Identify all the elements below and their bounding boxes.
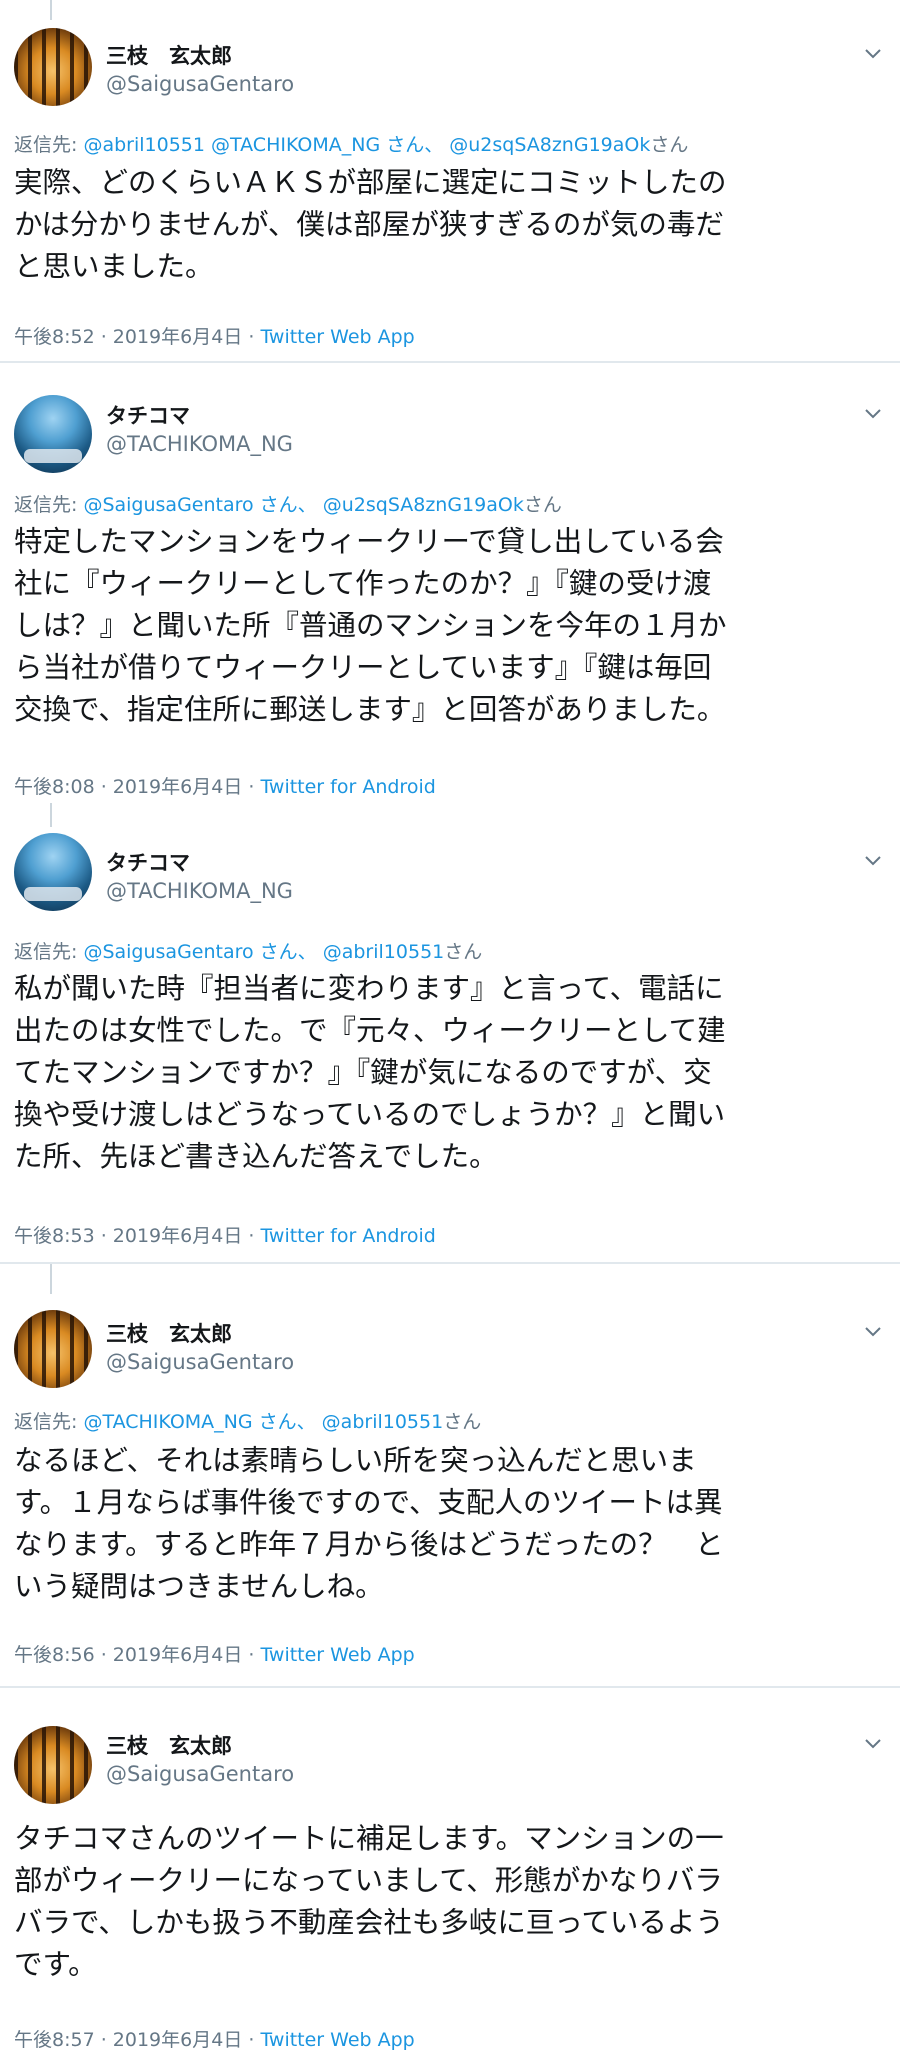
reply-to: 返信先: @abril10551 @TACHIKOMA_NG さん、 @u2sq…	[14, 130, 688, 157]
source-link[interactable]: Twitter for Android	[260, 776, 435, 798]
tweet[interactable]: 三枝 玄太郎 @SaigusaGentaro 返信先: @TACHIKOMA_N…	[0, 1264, 900, 1684]
reply-suffix: さん	[523, 494, 562, 516]
avatar[interactable]	[14, 1726, 92, 1804]
avatar[interactable]	[14, 28, 92, 106]
timestamp[interactable]: 午後8:08 · 2019年6月4日 ·	[14, 776, 260, 798]
chevron-down-icon[interactable]	[862, 1732, 884, 1754]
chevron-down-icon[interactable]	[862, 849, 884, 871]
timestamp[interactable]: 午後8:53 · 2019年6月4日 ·	[14, 1225, 260, 1247]
reply-mentions[interactable]: @abril10551 @TACHIKOMA_NG さん、 @u2sqSA8zn…	[83, 134, 650, 156]
reply-label: 返信先:	[14, 941, 78, 963]
tweet-text: 実際、どのくらいＡＫＳが部屋に選定にコミットしたの かは分かりませんが、僕は部屋…	[14, 166, 727, 283]
tweet-meta: 午後8:56 · 2019年6月4日 · Twitter Web App	[14, 1640, 415, 1667]
avatar[interactable]	[14, 1310, 92, 1388]
avatar[interactable]	[14, 395, 92, 473]
reply-to: 返信先: @SaigusaGentaro さん、 @u2sqSA8znG19aO…	[14, 490, 562, 517]
chevron-down-icon[interactable]	[862, 1320, 884, 1342]
reply-label: 返信先:	[14, 494, 78, 516]
chevron-down-icon[interactable]	[862, 42, 884, 64]
source-link[interactable]: Twitter Web App	[260, 2029, 414, 2051]
author-handle[interactable]: @TACHIKOMA_NG	[106, 879, 293, 903]
tweet[interactable]: 三枝 玄太郎 @SaigusaGentaro タチコマさんのツイートに補足します…	[0, 1688, 900, 2065]
author-name[interactable]: 三枝 玄太郎	[106, 1318, 232, 1348]
source-link[interactable]: Twitter Web App	[260, 326, 414, 348]
tweet-text: なるほど、それは素晴らしい所を突っ込んだと思いま す。１月ならば事件後ですので、…	[14, 1444, 724, 1603]
tweet-meta: 午後8:57 · 2019年6月4日 · Twitter Web App	[14, 2025, 415, 2052]
timestamp[interactable]: 午後8:52 · 2019年6月4日 ·	[14, 326, 260, 348]
reply-label: 返信先:	[14, 134, 78, 156]
author-handle[interactable]: @SaigusaGentaro	[106, 1762, 294, 1786]
timestamp[interactable]: 午後8:57 · 2019年6月4日 ·	[14, 2029, 260, 2051]
reply-mentions[interactable]: @SaigusaGentaro さん、 @abril10551	[83, 941, 444, 963]
author-name[interactable]: 三枝 玄太郎	[106, 40, 232, 70]
author-name[interactable]: タチコマ	[106, 400, 190, 430]
reply-mentions[interactable]: @SaigusaGentaro さん、 @u2sqSA8znG19aOk	[83, 494, 523, 516]
thread-line	[50, 1264, 52, 1294]
author-name[interactable]: 三枝 玄太郎	[106, 1730, 232, 1760]
reply-mentions[interactable]: @TACHIKOMA_NG さん、 @abril10551	[83, 1411, 443, 1433]
tweet-meta: 午後8:08 · 2019年6月4日 · Twitter for Android	[14, 772, 436, 799]
reply-to: 返信先: @SaigusaGentaro さん、 @abril10551さん	[14, 937, 482, 964]
tweet[interactable]: タチコマ @TACHIKOMA_NG 返信先: @SaigusaGentaro …	[0, 363, 900, 803]
thread-line	[50, 0, 52, 20]
reply-suffix: さん	[443, 1411, 482, 1433]
reply-label: 返信先:	[14, 1411, 78, 1433]
author-handle[interactable]: @SaigusaGentaro	[106, 1350, 294, 1374]
reply-to: 返信先: @TACHIKOMA_NG さん、 @abril10551さん	[14, 1407, 481, 1434]
avatar[interactable]	[14, 833, 92, 911]
author-handle[interactable]: @SaigusaGentaro	[106, 72, 294, 96]
source-link[interactable]: Twitter Web App	[260, 1644, 414, 1666]
tweet-text: 私が聞いた時『担当者に変わります』と言って、電話に 出たのは女性でした。で『元々…	[14, 972, 726, 1173]
tweet-text: タチコマさんのツイートに補足します。マンションの一 部がウィークリーになっていま…	[14, 1822, 724, 1981]
tweet-text: 特定したマンションをウィークリーで貸し出している会 社に『ウィークリーとして作っ…	[14, 525, 727, 726]
tweet-meta: 午後8:52 · 2019年6月4日 · Twitter Web App	[14, 322, 415, 349]
reply-suffix: さん	[444, 941, 483, 963]
tweet[interactable]: タチコマ @TACHIKOMA_NG 返信先: @SaigusaGentaro …	[0, 803, 900, 1258]
chevron-down-icon[interactable]	[862, 402, 884, 424]
timestamp[interactable]: 午後8:56 · 2019年6月4日 ·	[14, 1644, 260, 1666]
reply-suffix: さん	[650, 134, 689, 156]
tweet-meta: 午後8:53 · 2019年6月4日 · Twitter for Android	[14, 1221, 436, 1248]
author-handle[interactable]: @TACHIKOMA_NG	[106, 432, 293, 456]
tweet[interactable]: 三枝 玄太郎 @SaigusaGentaro 返信先: @abril10551 …	[0, 0, 900, 355]
source-link[interactable]: Twitter for Android	[260, 1225, 435, 1247]
author-name[interactable]: タチコマ	[106, 847, 190, 877]
thread-line	[50, 803, 52, 827]
